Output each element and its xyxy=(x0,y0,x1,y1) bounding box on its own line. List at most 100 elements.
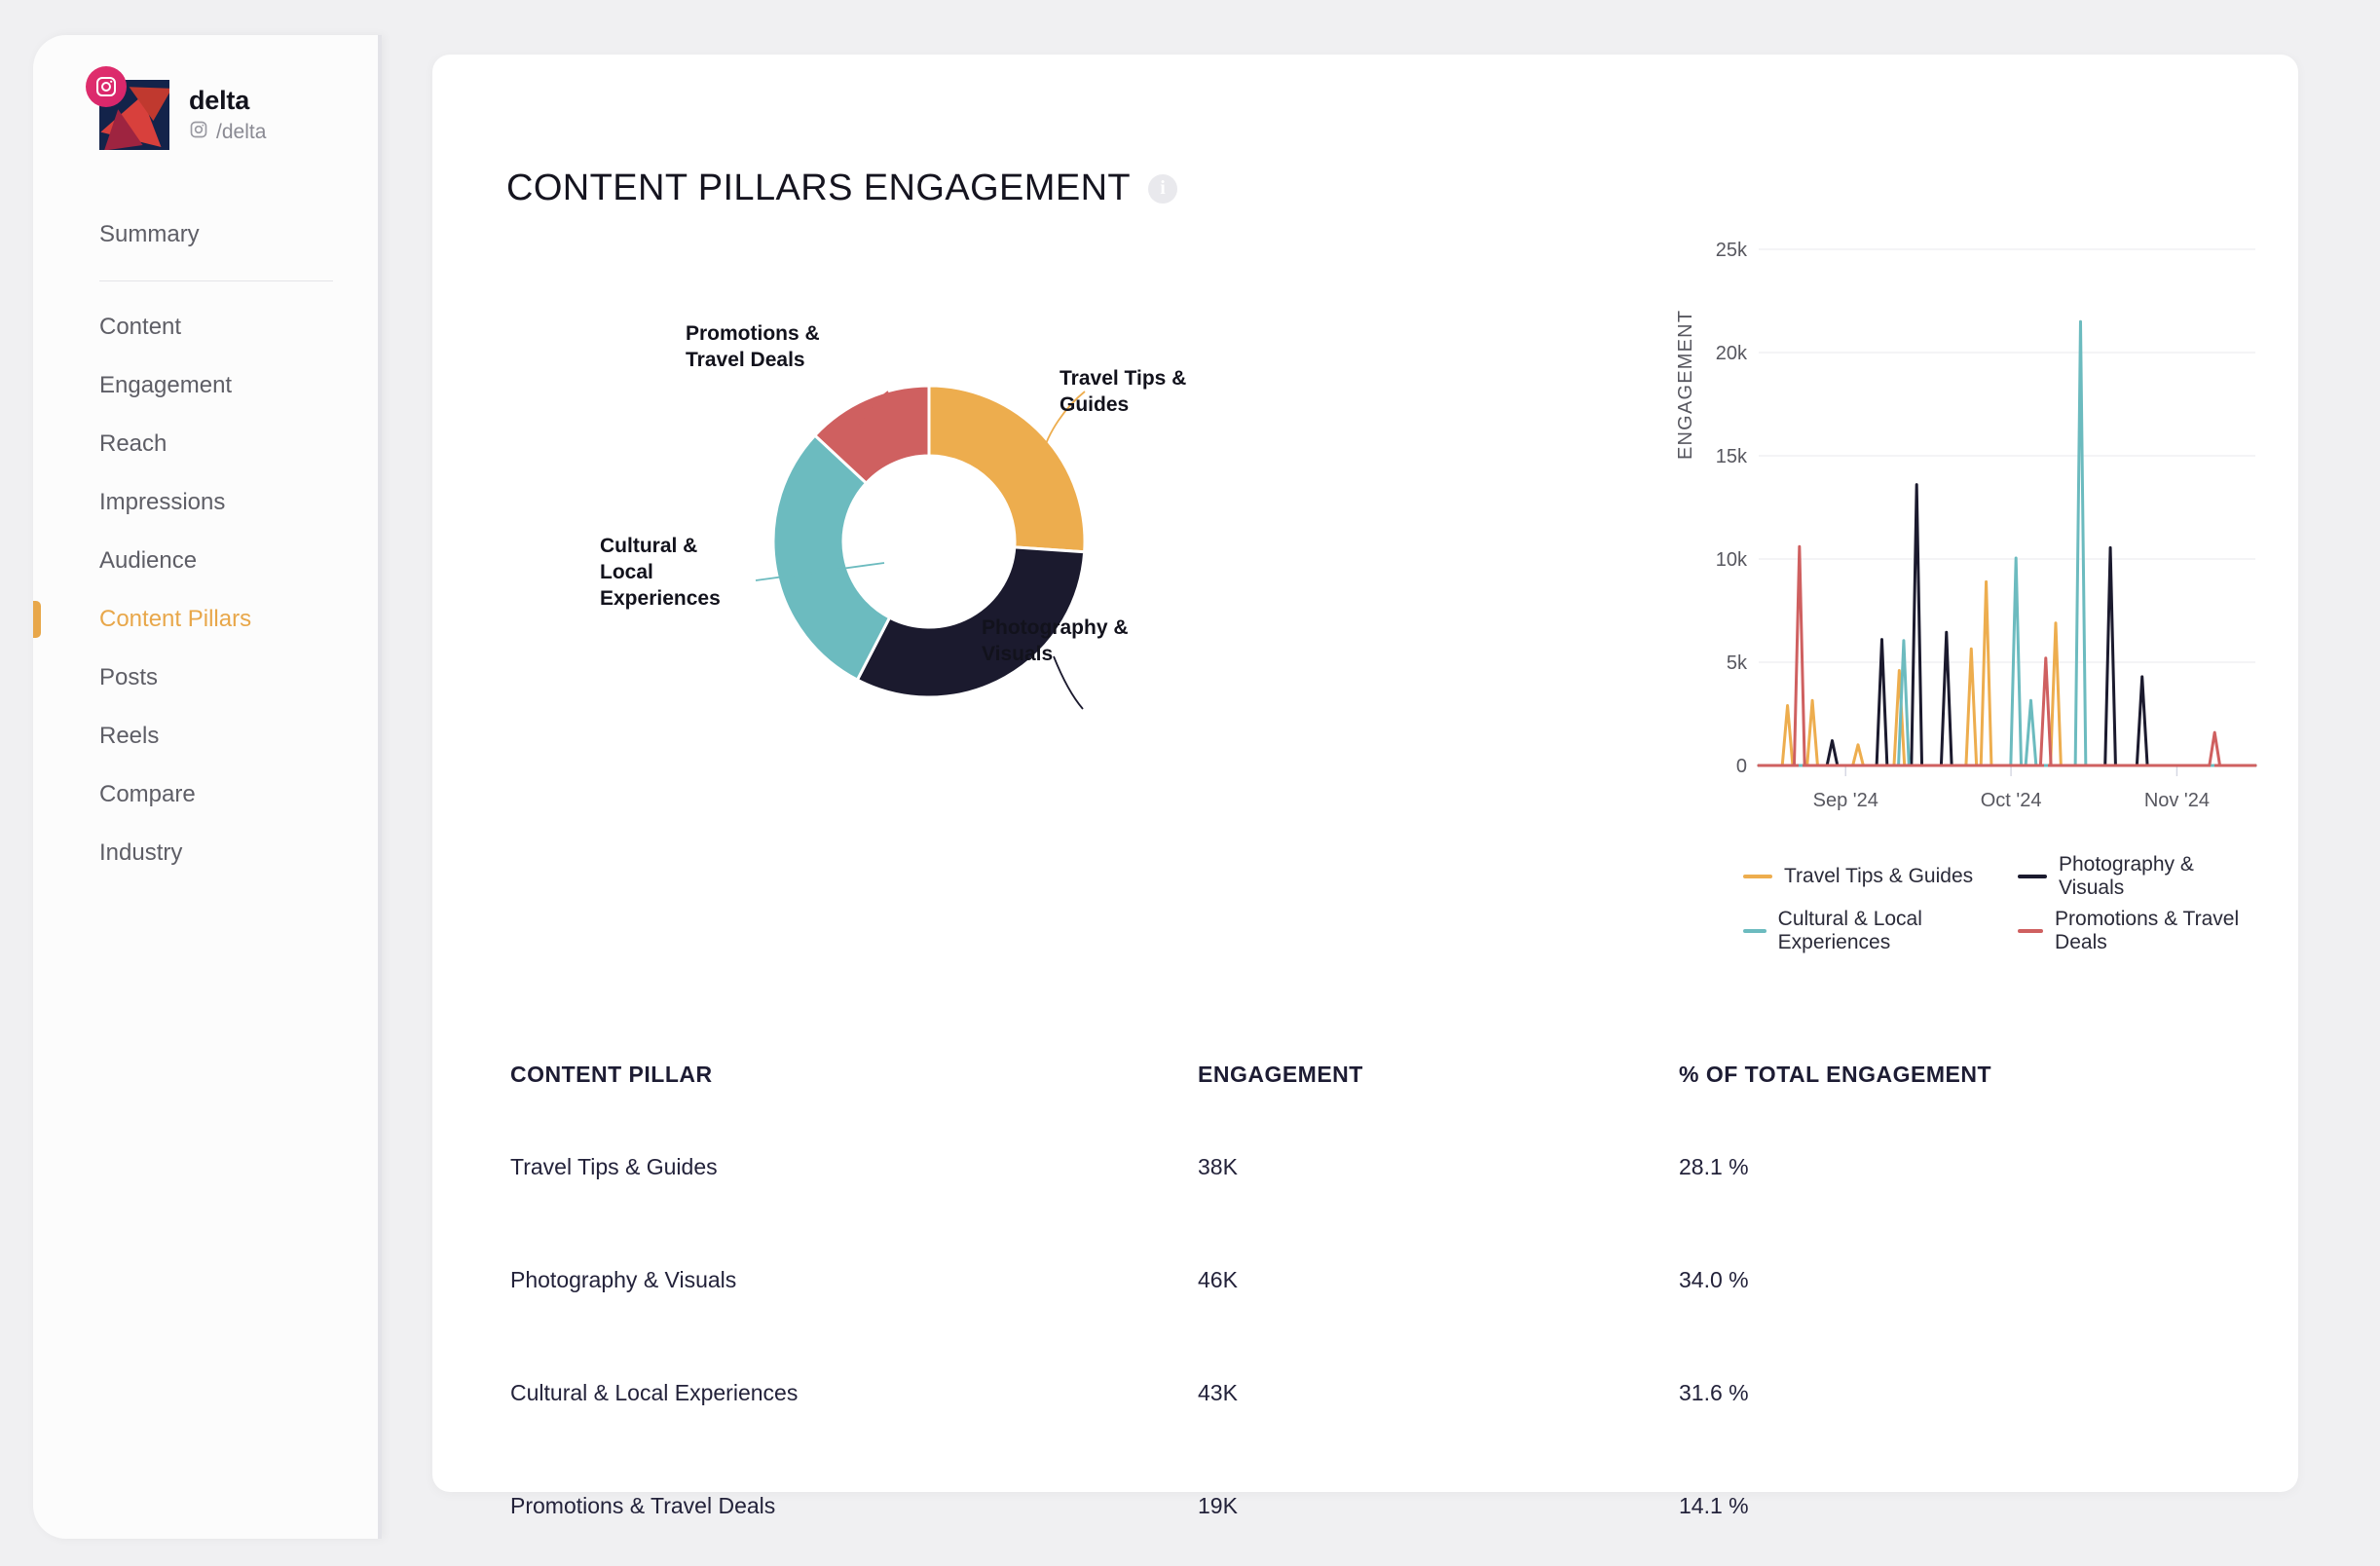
sidebar-item-label: Reach xyxy=(99,430,167,457)
y-tick-label: 20k xyxy=(1716,343,1748,364)
engagement-line-chart: ENGAGEMENT 0 5k 10k 15k 20k 25k Sep '24 Oct '24… xyxy=(1675,240,2263,1019)
donut-label-line: Visuals xyxy=(982,642,1054,665)
sidebar-item-posts[interactable]: Posts xyxy=(33,649,382,707)
table-cell: 14.1 % xyxy=(1679,1492,1749,1518)
line-chart-svg: 0 5k 10k 15k 20k 25k Sep '24 Oct '24 Nov '24 xyxy=(1716,240,2257,811)
legend-swatch xyxy=(2018,929,2044,933)
sidebar-item-label: Industry xyxy=(99,839,183,866)
legend-item-travel-tips-guides[interactable]: Travel Tips & Guides xyxy=(1743,853,1985,900)
page-title: CONTENT PILLARS ENGAGEMENT xyxy=(506,168,1132,208)
y-tick-label: 25k xyxy=(1716,240,1748,261)
table-row[interactable]: Promotions & Travel Deals 19K 14.1 % xyxy=(510,1449,2224,1562)
table-cell: 28.1 % xyxy=(1679,1153,1749,1179)
sidebar-item-summary[interactable]: Summary xyxy=(33,205,382,264)
sidebar-item-audience[interactable]: Audience xyxy=(33,532,382,590)
sidebar-item-label: Impressions xyxy=(99,489,226,515)
main-card: CONTENT PILLARS ENGAGEMENT i Promotions … xyxy=(432,55,2298,1518)
account-handle: /delta xyxy=(216,120,267,143)
table-row[interactable]: Cultural & Local Experiences 43K 31.6 % xyxy=(510,1336,2224,1449)
legend-label: Promotions & Travel Deals xyxy=(2055,908,2240,953)
sidebar-item-label: Reels xyxy=(99,723,160,749)
table-row[interactable]: Travel Tips & Guides 38K 28.1 % xyxy=(510,1110,2224,1223)
sidebar-divider xyxy=(378,35,382,1539)
donut-label-line: Local xyxy=(600,560,653,583)
table-cell: 46K xyxy=(1198,1266,1238,1292)
table-cell: Travel Tips & Guides xyxy=(510,1153,718,1179)
line-series-travel-tips-guides xyxy=(1757,579,2257,767)
donut-label-line: Guides xyxy=(1060,392,1130,416)
donut-label-line: Experiences xyxy=(600,586,721,610)
legend-label: Photography & Visuals xyxy=(2058,853,2194,899)
x-tick-label: Oct '24 xyxy=(1981,790,2042,811)
legend-item-cultural-local-experiences[interactable]: Cultural & Local Experiences xyxy=(1743,908,1985,954)
sidebar-nav: Summary Content Engagement Reach Impressions… xyxy=(33,205,382,882)
info-icon[interactable]: i xyxy=(1148,173,1178,204)
donut-label-travel-tips: Travel Tips & Guides xyxy=(1060,366,1254,419)
table-cell: Promotions & Travel Deals xyxy=(510,1492,776,1518)
instagram-icon xyxy=(189,120,208,145)
y-tick-label: 0 xyxy=(1736,756,1747,777)
page-title-row: CONTENT PILLARS ENGAGEMENT i xyxy=(506,168,1178,209)
sidebar-item-industry[interactable]: Industry xyxy=(33,824,382,882)
sidebar-item-content[interactable]: Content xyxy=(33,298,382,356)
sidebar-item-engagement[interactable]: Engagement xyxy=(33,356,382,415)
line-series-promotions-travel-deals xyxy=(1757,544,2257,767)
sidebar-item-impressions[interactable]: Impressions xyxy=(33,473,382,532)
y-axis-label: ENGAGEMENT xyxy=(1675,309,1696,460)
donut-label-line: Travel Tips & xyxy=(1060,367,1187,390)
instagram-badge-icon xyxy=(86,66,127,107)
legend-swatch xyxy=(1743,929,1766,933)
table-cell: 31.6 % xyxy=(1679,1379,1749,1405)
legend-item-photography-visuals[interactable]: Photography & Visuals xyxy=(2018,853,2263,900)
donut-label-photography: Photography & Visuals xyxy=(982,615,1196,668)
table-cell: 38K xyxy=(1198,1153,1238,1179)
table-cell: 34.0 % xyxy=(1679,1266,1749,1292)
content-pillars-table: CONTENT PILLAR ENGAGEMENT % OF TOTAL ENGAG… xyxy=(510,1038,2224,1562)
x-tick-label: Nov '24 xyxy=(2144,790,2210,811)
donut-label-cultural: Cultural & Local Experiences xyxy=(600,534,765,613)
sidebar-item-content-pillars[interactable]: Content Pillars xyxy=(33,590,382,649)
y-tick-label: 5k xyxy=(1727,652,1748,674)
table-header-row: CONTENT PILLAR ENGAGEMENT % OF TOTAL ENGAG… xyxy=(510,1038,2224,1110)
sidebar: delta /delta Summary Content Engagement Rea… xyxy=(33,35,382,1539)
sidebar-item-reach[interactable]: Reach xyxy=(33,415,382,473)
table-header-cell: CONTENT PILLAR xyxy=(510,1061,713,1087)
sidebar-item-label: Engagement xyxy=(99,372,233,398)
line-series-photography-visuals xyxy=(1757,483,2257,767)
donut-label-line: Photography & xyxy=(982,616,1129,639)
table-cell: 19K xyxy=(1198,1492,1238,1518)
app-root: delta /delta Summary Content Engagement Rea… xyxy=(0,0,2380,1566)
table-row[interactable]: Photography & Visuals 46K 34.0 % xyxy=(510,1223,2224,1336)
y-tick-label: 10k xyxy=(1716,549,1748,571)
account-text: delta /delta xyxy=(189,86,266,145)
account-header[interactable]: delta /delta xyxy=(86,66,266,150)
avatar-wrapper xyxy=(86,66,169,150)
table-body: Travel Tips & Guides 38K 28.1 % Photography… xyxy=(510,1110,2224,1562)
legend-swatch xyxy=(1743,875,1772,878)
chart-legend: Travel Tips & Guides Photography & Visual… xyxy=(1743,853,2263,954)
logo-shape-3 xyxy=(128,87,169,122)
donut-label-line: Promotions & xyxy=(686,322,820,345)
sidebar-item-label: Posts xyxy=(99,664,159,690)
line-series-cultural-local-experiences xyxy=(1757,319,2257,767)
donut-label-line: Travel Deals xyxy=(686,348,805,371)
sidebar-item-label: Audience xyxy=(99,547,198,574)
sidebar-item-label: Content xyxy=(99,314,182,340)
table-cell: 43K xyxy=(1198,1379,1238,1405)
legend-item-promotions-travel-deals[interactable]: Promotions & Travel Deals xyxy=(2018,908,2263,954)
legend-label: Cultural & Local Experiences xyxy=(1777,908,1922,953)
account-name: delta xyxy=(189,85,250,115)
content-pillar-donut-chart: Promotions & Travel Deals Travel Tips & Gu… xyxy=(491,259,1348,882)
x-tick-label: Sep '24 xyxy=(1813,790,1878,811)
account-handle-row: /delta xyxy=(189,120,266,145)
sidebar-item-label: Compare xyxy=(99,781,196,807)
table-cell: Cultural & Local Experiences xyxy=(510,1379,799,1405)
y-tick-label: 15k xyxy=(1716,446,1748,467)
sidebar-item-label: Content Pillars xyxy=(99,606,252,632)
nav-divider xyxy=(99,280,333,281)
legend-label: Travel Tips & Guides xyxy=(1784,865,1974,887)
table-header-cell: ENGAGEMENT xyxy=(1198,1061,1363,1087)
donut-label-promotions: Promotions & Travel Deals xyxy=(686,321,890,374)
sidebar-item-compare[interactable]: Compare xyxy=(33,765,382,824)
sidebar-item-reels[interactable]: Reels xyxy=(33,707,382,765)
